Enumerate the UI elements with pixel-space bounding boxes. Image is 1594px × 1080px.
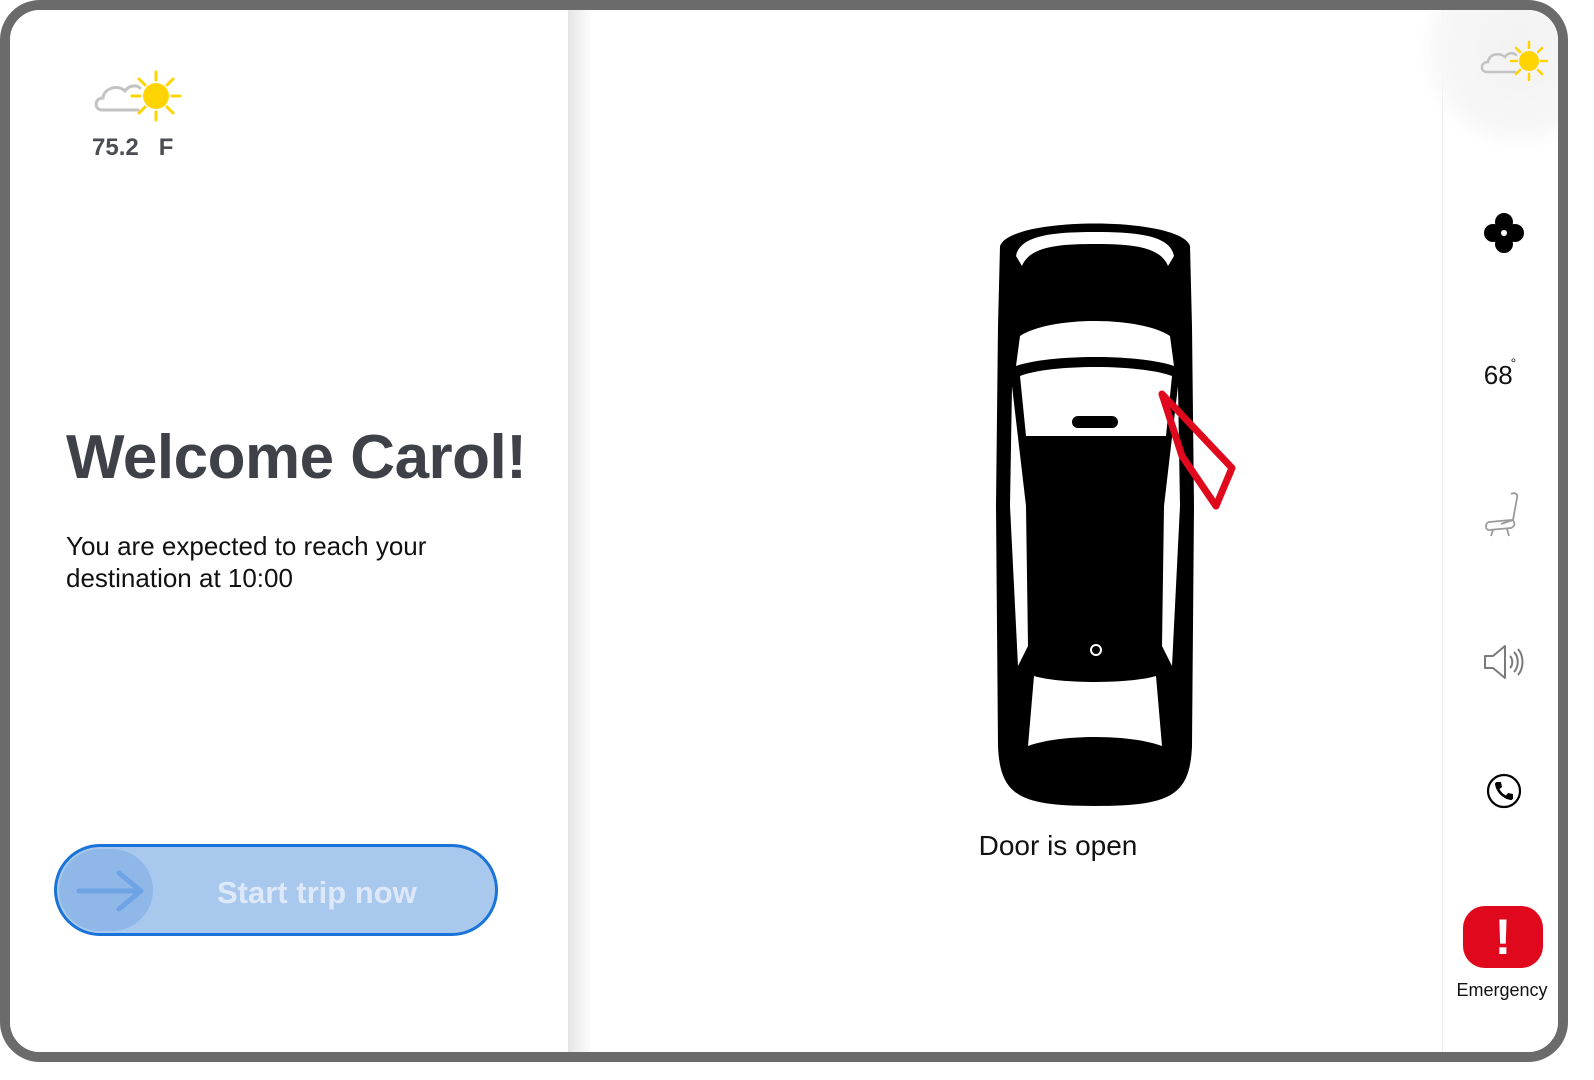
exclamation-icon: ! [1494, 909, 1512, 965]
temperature-value: 75.2 [92, 134, 139, 161]
eta-line-2: destination at 10:00 [66, 563, 293, 593]
start-trip-slider-knob[interactable] [59, 849, 153, 931]
speaker-icon[interactable] [1481, 642, 1525, 682]
partly-sunny-icon [1480, 40, 1549, 82]
vehicle-panel: Door is open [590, 10, 1442, 1052]
welcome-title: Welcome Carol! [66, 423, 527, 492]
eta-message: You are expected to reach your destinati… [66, 530, 506, 594]
emergency-button[interactable]: ! [1463, 906, 1543, 968]
screen-frame: 75.2 F Welcome Carol! You are expected t… [0, 0, 1568, 1062]
door-status: Door is open [590, 830, 1442, 862]
partly-sunny-icon [94, 70, 182, 122]
start-trip-label: Start trip now [217, 875, 417, 910]
fan-icon[interactable] [1481, 210, 1527, 256]
door-status-text: Door is open [978, 830, 1138, 861]
emergency-label: Emergency [1456, 980, 1548, 1000]
eta-line-1: You are expected to reach your [66, 531, 427, 561]
panel-divider [568, 10, 590, 1052]
temperature-unit: F [158, 134, 174, 161]
car-top-view [996, 223, 1236, 806]
degree-symbol: ° [1510, 355, 1517, 371]
outside-temperature: 75.2 F [92, 134, 173, 162]
phone-icon[interactable] [1485, 772, 1523, 810]
control-rail: 68° ! Emergency [1419, 10, 1558, 1052]
start-trip-button[interactable]: Start trip now [54, 844, 498, 936]
cabin-temperature[interactable]: 68° [1443, 355, 1558, 391]
seat-icon[interactable] [1481, 490, 1525, 540]
cabin-temperature-value: 68 [1483, 360, 1513, 390]
trip-panel: 75.2 F Welcome Carol! You are expected t… [10, 10, 568, 1052]
arrow-right-icon [76, 870, 144, 912]
